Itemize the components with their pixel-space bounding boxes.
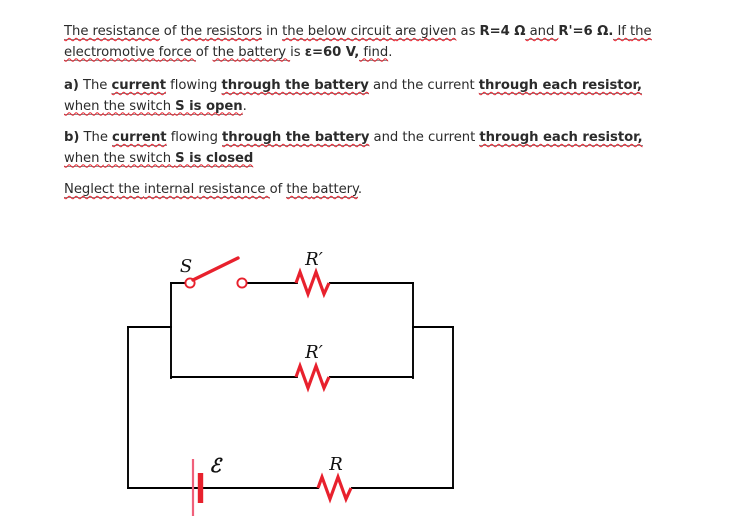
text-run: as <box>456 24 480 39</box>
text-run: ε=60 V, <box>304 44 360 60</box>
text-run: S is open <box>175 98 243 115</box>
resistor-R-prime-middle: R′ <box>294 342 331 393</box>
text-run: switch <box>129 98 176 115</box>
text-run: the <box>212 44 239 61</box>
resistor-bottom-zigzag <box>316 472 353 504</box>
battery-emf: ℰ <box>191 455 223 516</box>
text-run: the <box>630 24 652 40</box>
resistor-top-label: R′ <box>304 249 323 270</box>
text-run: find <box>359 44 389 61</box>
problem-statement: The resistance of the resistors in the b… <box>64 22 679 212</box>
text-run: battery <box>238 44 291 61</box>
text-run: flowing <box>166 78 222 93</box>
part-a-marker: a) <box>64 78 79 93</box>
text-run: is <box>290 44 305 60</box>
paragraph-part-b: b) The current flowing through the batte… <box>64 128 679 169</box>
resistor-top-zigzag <box>294 267 331 299</box>
text-run: If <box>613 24 631 40</box>
text-run: the <box>282 24 308 40</box>
text-run: the <box>118 182 144 198</box>
switch-label: S <box>180 256 192 277</box>
circuit-wires <box>127 282 454 489</box>
text-run: resistors <box>206 24 262 40</box>
text-run: current <box>111 78 166 94</box>
paragraph-note: Neglect the internal resistance of the b… <box>64 180 679 201</box>
part-b-body: The current flowing through the battery … <box>64 130 643 167</box>
text-run: resistance <box>92 24 160 40</box>
text-run: when <box>64 150 104 167</box>
text-run: electromotive <box>64 44 159 61</box>
text-run: the <box>103 98 130 115</box>
part-a-body: The current flowing through the battery … <box>64 78 642 115</box>
text-run: current <box>112 130 167 146</box>
switch-S[interactable]: S <box>180 256 248 289</box>
text-run: of <box>159 24 181 39</box>
text-run: resistance <box>198 182 270 198</box>
text-run: the <box>103 150 130 167</box>
text-run: S is closed <box>175 150 254 167</box>
text-run: are <box>395 24 421 40</box>
text-run: . <box>357 182 363 197</box>
text-run: and the current <box>369 130 480 145</box>
text-run: . <box>242 98 247 114</box>
text-run: internal <box>143 182 199 198</box>
resistor-R-prime-top: R′ <box>294 249 331 299</box>
text-run: through each resistor, <box>478 78 643 94</box>
text-run: through each resistor, <box>479 130 643 146</box>
text-run: given <box>420 24 457 40</box>
resistor-bottom-label: R <box>328 454 343 475</box>
switch-contact-left <box>184 277 196 289</box>
text-run: through the battery <box>222 130 370 146</box>
text-run: of <box>195 44 213 60</box>
text-run: and <box>525 24 559 40</box>
text-run: The <box>64 24 93 40</box>
text-run: R'=6 Ω. <box>558 24 614 39</box>
part-b-marker: b) <box>64 130 80 145</box>
paragraph-intro: The resistance of the resistors in the b… <box>64 22 679 63</box>
text-run: R=4 Ω <box>479 24 526 39</box>
text-run: the <box>180 24 207 40</box>
text-run: in <box>261 24 283 39</box>
text-run: through the battery <box>221 78 369 94</box>
text-run: below <box>307 24 351 40</box>
text-run: force <box>158 44 196 61</box>
resistor-R-bottom: R <box>316 454 353 504</box>
paragraph-part-a: a) The current flowing through the batte… <box>64 76 679 117</box>
text-run: when <box>64 98 104 115</box>
text-run: of <box>269 182 287 197</box>
text-run: . <box>388 44 393 60</box>
text-run: The <box>78 78 112 93</box>
text-run: and the current <box>368 78 479 93</box>
text-run: circuit <box>350 24 395 40</box>
text-run: the <box>286 182 313 198</box>
text-run: switch <box>129 150 176 167</box>
text-run: Neglect <box>64 182 119 198</box>
resistor-middle-label: R′ <box>304 342 323 363</box>
switch-contact-right <box>236 277 248 289</box>
text-run: flowing <box>166 130 223 145</box>
resistor-middle-zigzag <box>294 361 331 393</box>
text-run: The <box>79 130 113 145</box>
text-run: battery <box>312 182 358 198</box>
switch-blade <box>191 256 240 282</box>
battery-label: ℰ <box>209 455 223 477</box>
